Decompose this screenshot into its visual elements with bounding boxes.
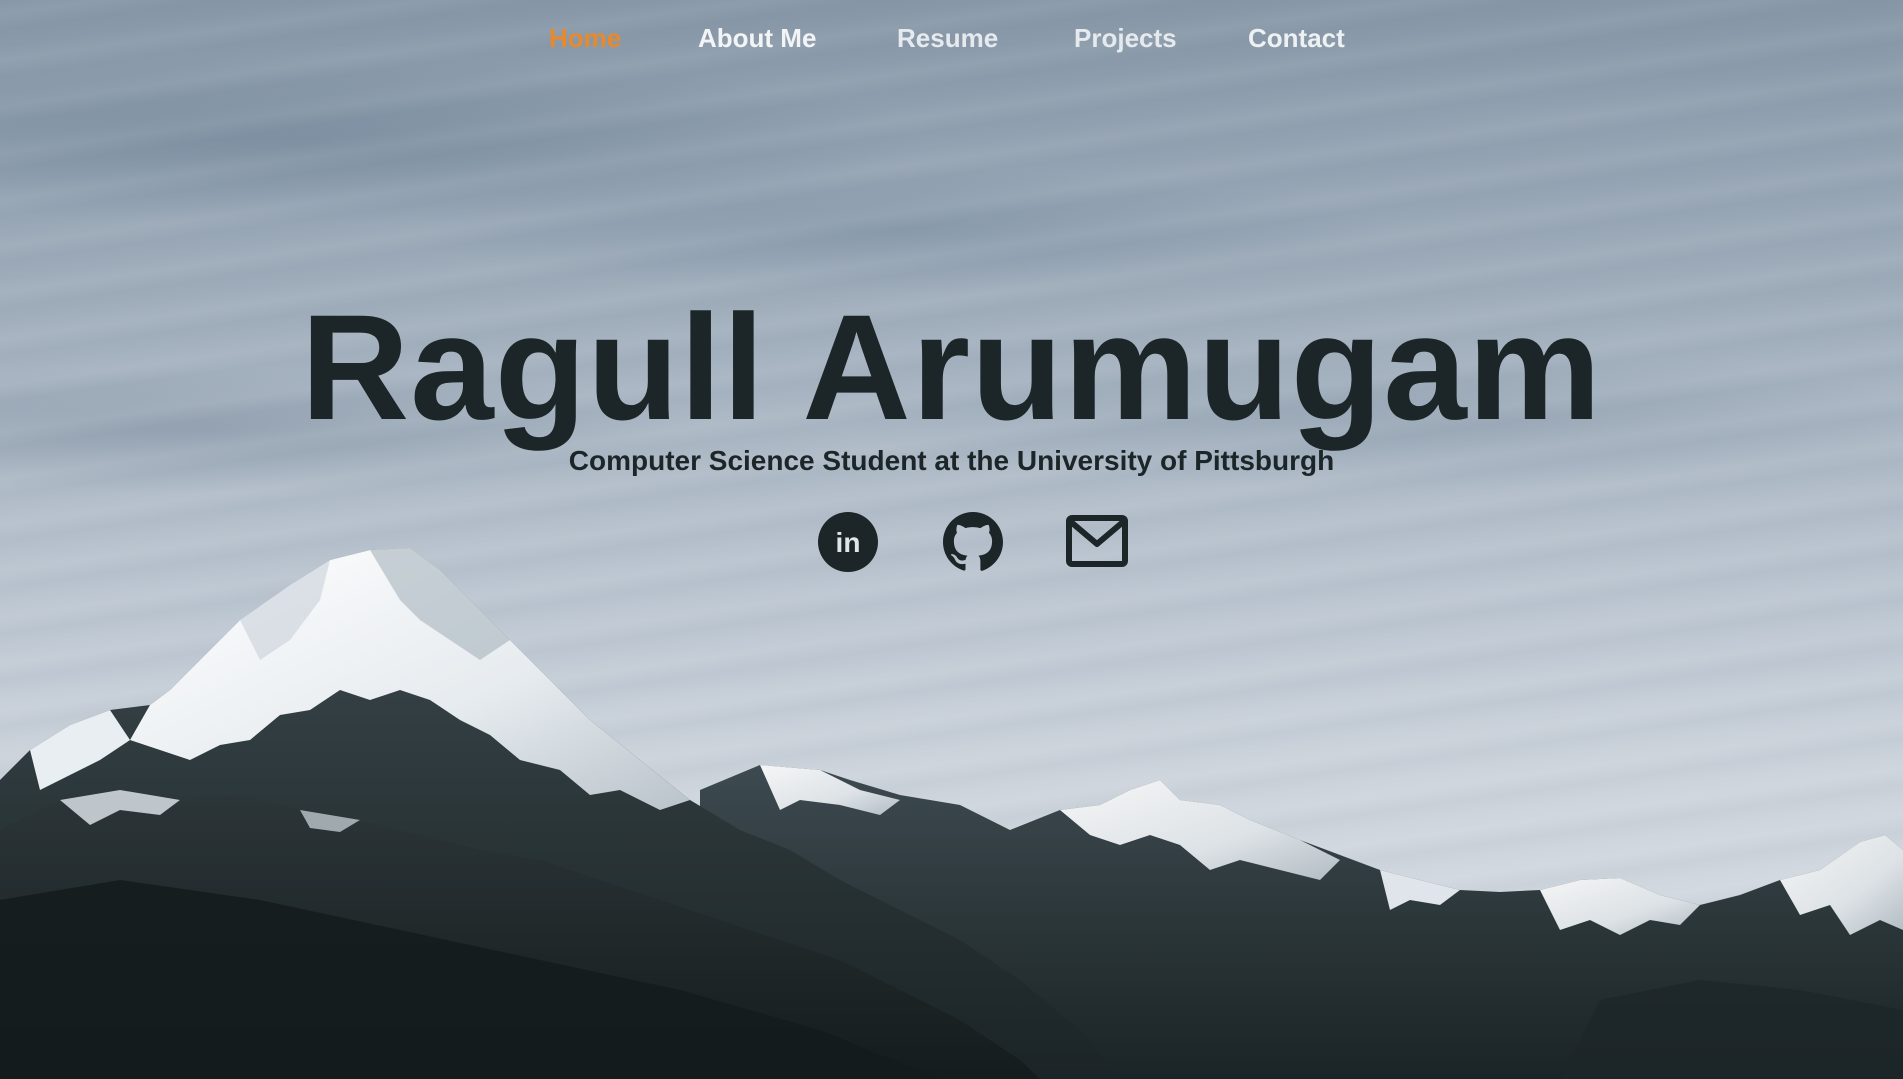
linkedin-glyph: in — [836, 527, 861, 558]
page-title: Ragull Arumugam — [300, 283, 1603, 451]
email-link[interactable] — [1066, 511, 1128, 573]
email-icon — [1066, 515, 1128, 567]
nav-resume-link[interactable]: Resume — [897, 20, 998, 56]
github-link[interactable] — [942, 511, 1004, 573]
nav-about-me-link[interactable]: About Me — [698, 20, 816, 56]
linkedin-icon: in — [818, 512, 878, 572]
nav-home-link[interactable]: Home — [549, 20, 621, 56]
main-nav: Home About Me Resume Projects Contact — [0, 20, 1903, 60]
nav-projects-link[interactable]: Projects — [1074, 20, 1177, 56]
page-subtitle: Computer Science Student at the Universi… — [568, 445, 1335, 476]
hero-section: Home About Me Resume Projects Contact Ra… — [0, 0, 1903, 1079]
social-links: in — [0, 511, 1903, 573]
nav-contact-link[interactable]: Contact — [1248, 20, 1345, 56]
github-icon — [943, 512, 1003, 571]
linkedin-link[interactable]: in — [817, 511, 879, 573]
